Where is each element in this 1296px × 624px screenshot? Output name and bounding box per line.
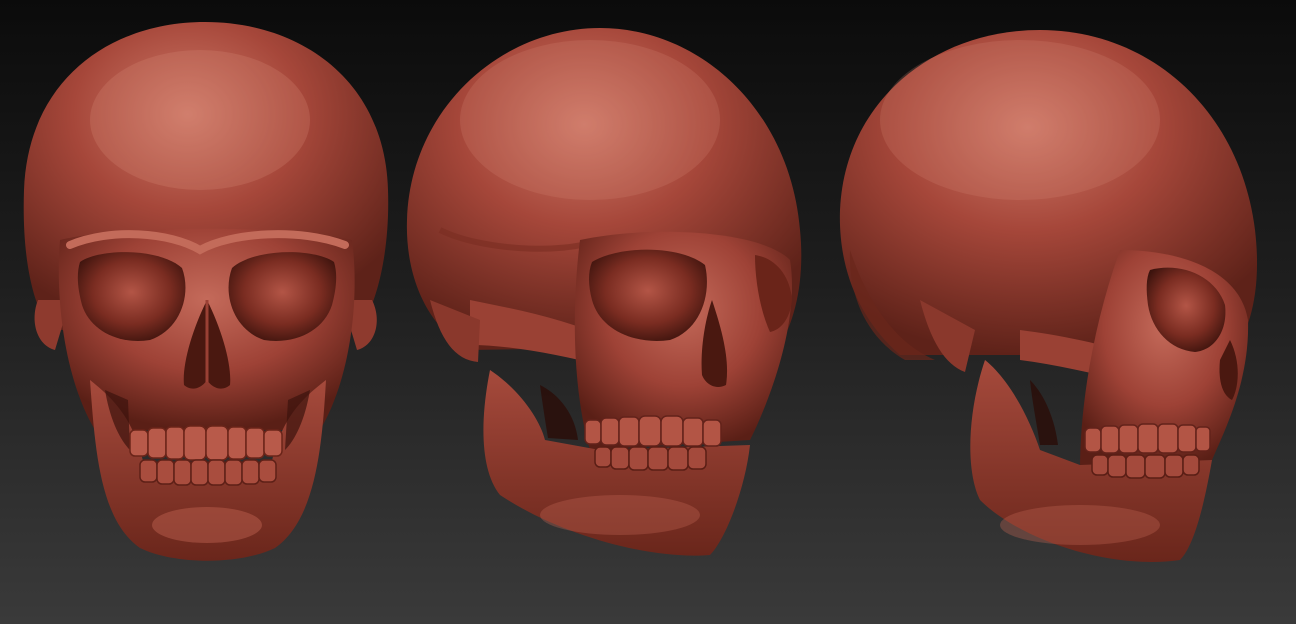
sculpt-viewport[interactable] xyxy=(0,0,1296,624)
skull-three-quarter-view xyxy=(406,28,802,556)
skull-side-view xyxy=(839,30,1258,562)
skull-render-canvas xyxy=(23,22,1258,562)
skull-front-view xyxy=(23,22,389,561)
